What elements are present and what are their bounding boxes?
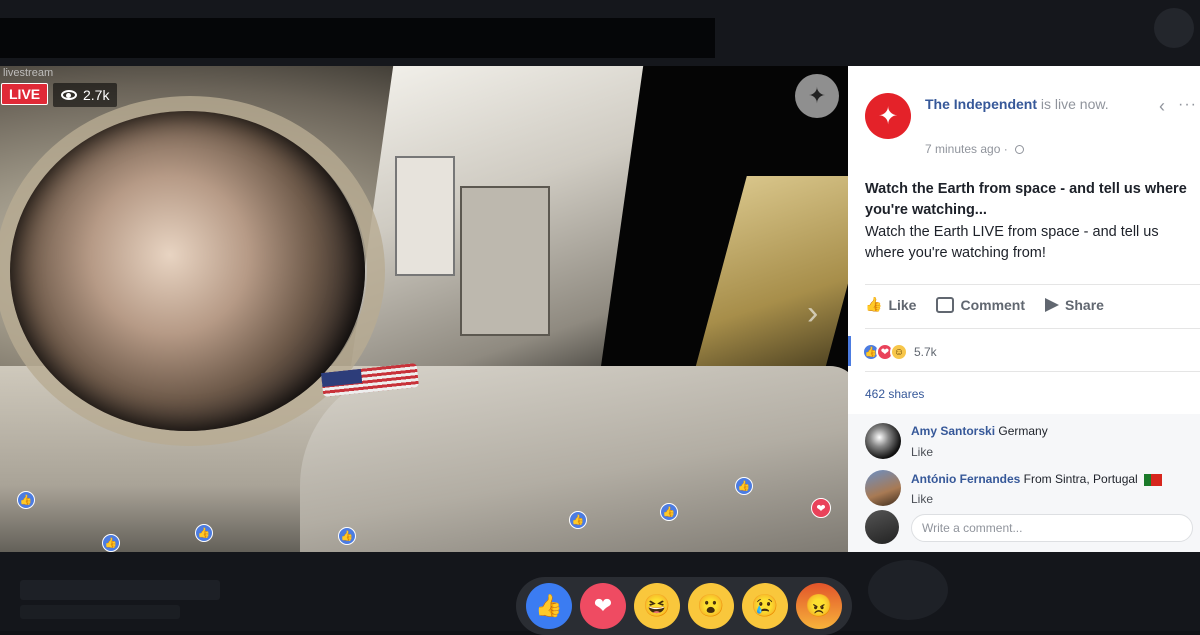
page-name-link[interactable]: The Independent: [925, 96, 1037, 112]
post-body: Watch the Earth LIVE from space - and te…: [865, 224, 1159, 261]
globe-icon: [1015, 145, 1025, 155]
divider: [865, 328, 1200, 329]
post-header: The Independent is live now.: [925, 94, 1155, 114]
sad-reaction-button[interactable]: 😢: [742, 583, 788, 629]
like-button[interactable]: 👍 Like: [865, 296, 916, 313]
post-actions: 👍 Like Comment Share: [865, 296, 1195, 313]
like-label: Like: [888, 296, 917, 313]
eagle-icon[interactable]: ✦: [795, 74, 839, 118]
more-options-icon[interactable]: ···: [1178, 96, 1197, 114]
love-reaction-button[interactable]: ❤: [580, 583, 626, 629]
comment-button[interactable]: Comment: [936, 296, 1025, 313]
floating-like-icon: 👍: [17, 491, 35, 509]
commenter-name[interactable]: António Fernandes: [911, 472, 1020, 486]
live-badge: LIVE: [1, 83, 49, 105]
eye-icon: [61, 90, 77, 100]
comment-text: António Fernandes From Sintra, Portugal: [911, 472, 1162, 486]
like-reaction-button[interactable]: 👍: [526, 583, 572, 629]
divider: [865, 371, 1200, 372]
station-panel: [395, 156, 455, 276]
wow-reaction-button[interactable]: 😮: [688, 583, 734, 629]
floating-heart-icon: ❤: [811, 498, 831, 518]
portugal-flag-icon: [1143, 473, 1162, 486]
commenter-name[interactable]: Amy Santorski: [911, 424, 995, 438]
post-title: Watch the Earth from space - and tell us…: [865, 181, 1187, 218]
avatar[interactable]: [865, 423, 901, 459]
reaction-count: 5.7k: [914, 345, 937, 359]
wow-reaction-icon: ☺: [890, 343, 908, 361]
shares-count-link[interactable]: 462 shares: [865, 387, 924, 401]
viewer-count-value: 2.7k: [83, 87, 110, 103]
blurred-avatar: [868, 560, 948, 620]
avatar[interactable]: [865, 470, 901, 506]
chevron-right-icon[interactable]: ›: [807, 294, 818, 333]
live-status: is live now.: [1037, 96, 1109, 112]
post-timestamp[interactable]: 7 minutes ago ·: [925, 142, 1025, 156]
share-label: Share: [1065, 296, 1104, 313]
helmet-visor: [10, 111, 365, 431]
blurred-text: [20, 605, 180, 619]
reaction-picker: 👍 ❤ 😆 😮 😢 😠: [516, 577, 852, 635]
stream-watermark: livestream: [3, 67, 54, 79]
share-icon: [1045, 297, 1060, 312]
blurred-text: [20, 580, 220, 600]
comment-text: Amy Santorski Germany: [911, 424, 1048, 438]
haha-reaction-button[interactable]: 😆: [634, 583, 680, 629]
floating-like-icon: 👍: [735, 477, 753, 495]
chevron-left-icon[interactable]: ‹: [1159, 96, 1165, 117]
comment-like-link[interactable]: Like: [911, 445, 933, 459]
avatar[interactable]: [1154, 8, 1194, 48]
comment-body: Germany: [995, 424, 1048, 438]
comment-input[interactable]: Write a comment...: [911, 514, 1193, 542]
floating-like-icon: 👍: [195, 524, 213, 542]
top-bar: [0, 0, 1200, 66]
timestamp-text: 7 minutes ago ·: [925, 142, 1012, 156]
live-video-player[interactable]: livestream LIVE 2.7k ✦ › 👍 👍 👍 👍 👍 👍 👍 ❤: [0, 66, 848, 552]
station-panel: [460, 186, 550, 336]
floating-like-icon: 👍: [660, 503, 678, 521]
comment-body: From Sintra, Portugal: [1020, 472, 1138, 486]
floating-like-icon: 👍: [569, 511, 587, 529]
viewer-count: 2.7k: [53, 83, 118, 107]
post-sidebar: ✦ The Independent is live now. 7 minutes…: [848, 66, 1200, 552]
reactions-summary[interactable]: 👍 ❤ ☺ 5.7k: [862, 343, 937, 361]
comment-label: Comment: [960, 296, 1026, 313]
redacted-bar: [0, 18, 715, 58]
angry-reaction-button[interactable]: 😠: [796, 583, 842, 629]
divider: [865, 284, 1200, 285]
avatar: [865, 510, 899, 544]
comment-like-link[interactable]: Like: [911, 492, 933, 504]
floating-like-icon: 👍: [102, 534, 120, 552]
active-indicator: [848, 336, 851, 366]
comment-icon: [936, 296, 955, 313]
thumbs-up-icon: 👍: [865, 296, 883, 312]
share-button[interactable]: Share: [1045, 296, 1104, 313]
independent-logo-icon[interactable]: ✦: [865, 93, 911, 139]
floating-like-icon: 👍: [338, 527, 356, 545]
